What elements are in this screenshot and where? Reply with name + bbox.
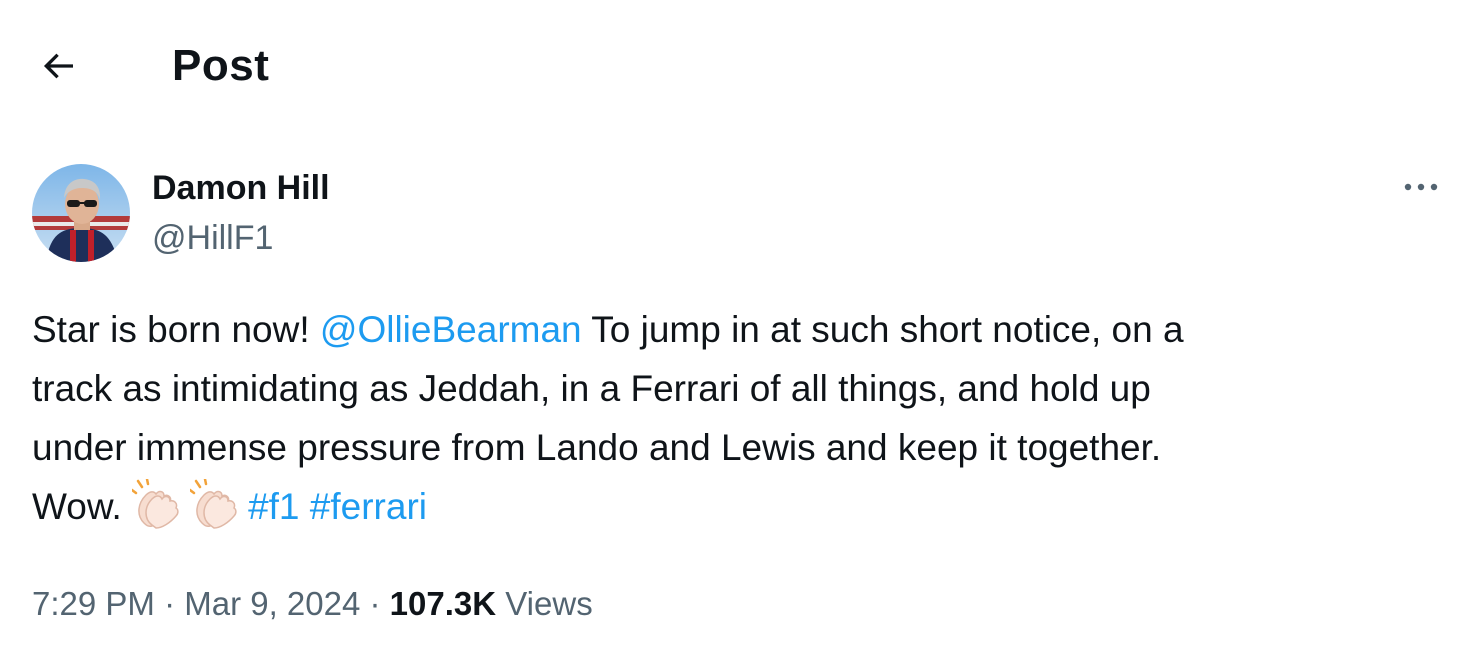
- tweet-text-segment: Star is born now!: [32, 309, 320, 350]
- tweet-line: under immense pressure from Lando and Le…: [32, 427, 1162, 468]
- tweet-text: Star is born now! @OllieBearman To jump …: [32, 300, 1432, 536]
- author-name[interactable]: Damon Hill: [152, 168, 330, 208]
- arrow-left-icon: [43, 53, 73, 79]
- views-label: Views: [496, 585, 593, 622]
- hashtag-link[interactable]: #f1: [248, 486, 299, 527]
- tweet-date: Mar 9, 2024: [184, 585, 361, 622]
- avatar[interactable]: [32, 164, 130, 262]
- views-count: 107.3K: [389, 585, 497, 622]
- tweet-timestamp[interactable]: 7:29 PM · Mar 9, 2024: [32, 585, 360, 622]
- tweet-meta: 7:29 PM · Mar 9, 2024 · 107.3K Views: [32, 582, 593, 626]
- tweet-line: track as intimidating as Jeddah, in a Fe…: [32, 368, 1151, 409]
- tweet-line: Star is born now! @OllieBearman To jump …: [32, 300, 1432, 359]
- tweet-line: Wow. #f1 #ferrari: [32, 477, 1432, 536]
- mention-link[interactable]: @OllieBearman: [320, 309, 582, 350]
- clapping-hands-icon: [132, 479, 184, 529]
- profile-photo: [32, 164, 130, 262]
- post-header: Post: [0, 0, 1460, 130]
- meta-separator: ·: [154, 585, 185, 622]
- more-options-button[interactable]: [1396, 164, 1446, 210]
- page-title: Post: [172, 41, 270, 90]
- more-horizontal-icon: [1404, 183, 1438, 191]
- tweet-text-segment: Wow.: [32, 486, 133, 527]
- tweet-time: 7:29 PM: [32, 585, 155, 622]
- meta-separator: ·: [360, 585, 390, 622]
- tweet-text-segment: To jump in at such short notice, on a: [581, 309, 1184, 350]
- clapping-hands-icon: [190, 479, 242, 529]
- author-handle[interactable]: @HillF1: [152, 218, 273, 258]
- back-button[interactable]: [28, 36, 88, 96]
- hashtag-link[interactable]: #ferrari: [310, 486, 427, 527]
